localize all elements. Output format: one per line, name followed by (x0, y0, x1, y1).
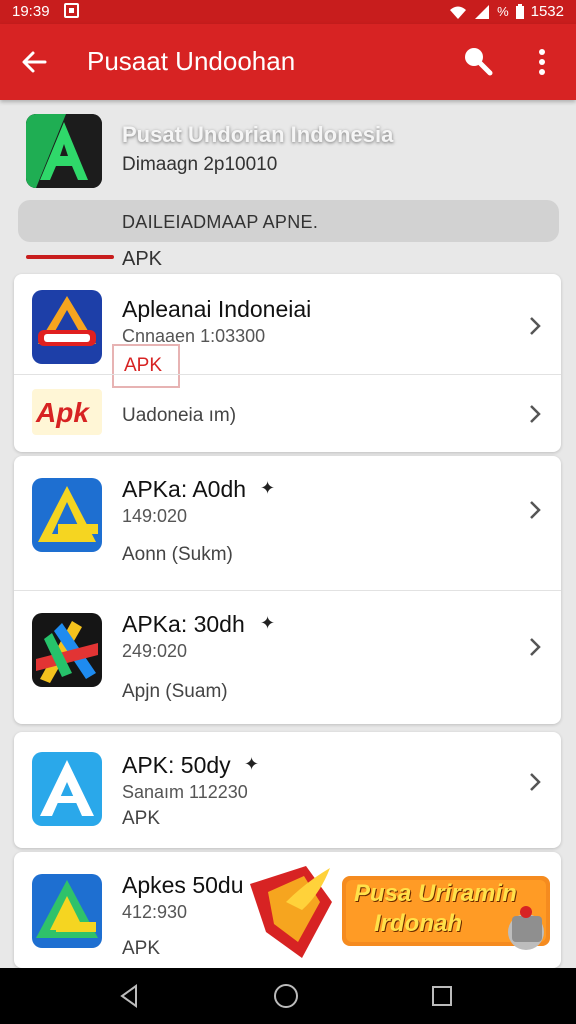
flame-icon: ✦ (260, 613, 276, 633)
signal-icon (475, 4, 490, 19)
percent-icon: % (497, 4, 509, 19)
promo-line2: Irdonah (374, 910, 462, 937)
app-card: APK: 50dy ✦ Sanaım 112230 APK (14, 732, 561, 848)
app-icon (32, 478, 102, 552)
list-item[interactable]: APKa: A0dh ✦ 149:020 Aonn (Sukm) (14, 456, 561, 590)
app-bar: Pusaat Undoohan (0, 24, 576, 100)
more-options-icon[interactable] (528, 46, 556, 78)
section-banner[interactable]: DAILEIADMAAP APNE. (18, 200, 559, 242)
status-time: 19:39 (12, 3, 50, 20)
back-arrow-icon[interactable] (18, 46, 50, 78)
app-icon (32, 613, 102, 687)
promo-line1: Pusa Uriramin (354, 880, 517, 907)
promo-banner[interactable]: Pusa Uriramin Irdonah (246, 862, 556, 962)
app-icon (32, 874, 102, 948)
app-card: Apleanai Indoneiai Cnnaaen 1:03300 APK A… (14, 274, 561, 452)
list-item[interactable]: APKa: 30dh ✦ 249:020 Apjn (Suam) (14, 590, 561, 724)
page-title: Pusaat Undoohan (87, 46, 296, 76)
app-title: APKa: A0dh (122, 476, 247, 502)
battery-icon (515, 3, 524, 19)
search-icon[interactable] (460, 44, 494, 78)
back-icon[interactable] (116, 982, 144, 1010)
status-bar: 19:39 % 1532 (0, 0, 576, 24)
tab-apk[interactable]: APK (0, 242, 576, 274)
app-tag: Apjn (Suam) (122, 681, 228, 702)
app-name: Pusat Undorian Indonesia (122, 122, 394, 147)
chevron-right-icon (530, 638, 541, 656)
battery-level: 1532 (530, 3, 564, 20)
app-logo (26, 114, 102, 188)
flame-icon: ✦ (244, 754, 260, 774)
app-tag: APK (122, 808, 161, 829)
app-title: Apkes 50du (122, 872, 244, 898)
wifi-icon (450, 6, 467, 19)
chevron-right-icon (530, 773, 541, 791)
system-nav-bar (0, 968, 576, 1024)
app-card: APKa: A0dh ✦ 149:020 Aonn (Sukm) APKa: 3… (14, 456, 561, 724)
app-title: APKa: 30dh (122, 611, 245, 637)
app-tag: Uadoneia ım) (122, 405, 237, 426)
list-item[interactable]: Apleanai Indoneiai Cnnaaen 1:03300 (14, 274, 561, 374)
app-icon (32, 752, 102, 826)
chevron-right-icon (530, 405, 541, 423)
notification-icon (64, 3, 79, 18)
list-item[interactable]: APK: 50dy ✦ Sanaım 112230 APK (14, 732, 561, 848)
section-banner-label: DAILEIADMAAP APNE. (122, 212, 319, 232)
app-subtitle: 249:020 (122, 641, 188, 661)
home-icon[interactable] (272, 982, 300, 1010)
list-item[interactable]: Apk Uadoneia ım) (14, 374, 561, 452)
app-tag: Aonn (Sukm) (122, 544, 233, 565)
recents-icon[interactable] (428, 982, 456, 1010)
tab-label: APK (122, 248, 163, 270)
flame-icon: ✦ (260, 478, 276, 498)
app-title: Apleanai Indoneiai (122, 296, 312, 322)
apk-icon-text: Apk (36, 397, 89, 428)
app-subtitle: Dimaagn 2p10010 (122, 154, 278, 175)
status-icons: % 1532 (449, 3, 564, 20)
tab-indicator (26, 255, 114, 259)
app-subtitle: 412:930 (122, 902, 188, 922)
apk-icon: Apk (32, 389, 102, 435)
chevron-right-icon (530, 317, 541, 335)
app-subtitle: 149:020 (122, 506, 188, 526)
app-title: APK: 50dy (122, 752, 231, 778)
app-icon (32, 290, 102, 364)
app-header: Pusat Undorian Indonesia Dimaagn 2p10010 (0, 104, 576, 200)
chevron-right-icon (530, 501, 541, 519)
app-tag: APK (122, 938, 161, 959)
app-subtitle: Sanaım 112230 (122, 782, 248, 802)
